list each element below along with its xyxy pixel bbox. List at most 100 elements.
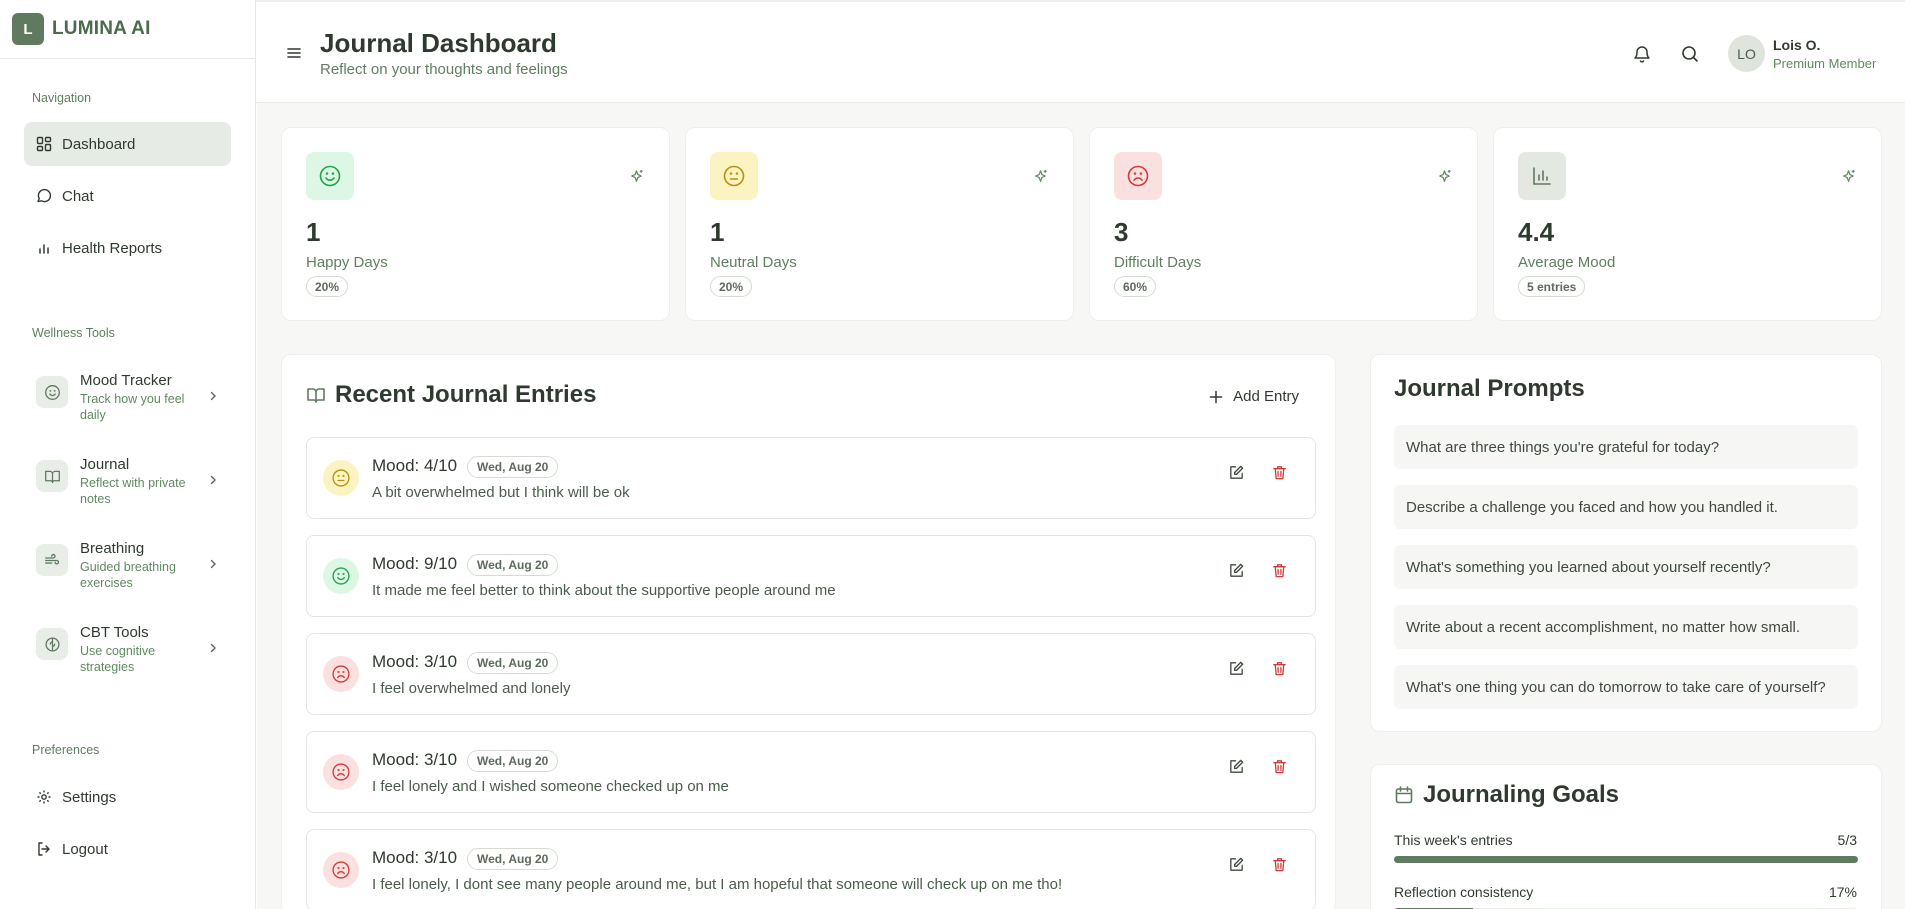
tool-cbt-tools[interactable]: CBT Tools Use cognitive strategies [24,610,231,686]
tool-title: Mood Tracker [80,372,172,389]
prompt-item[interactable]: Describe a challenge you faced and how y… [1394,485,1858,529]
page-title: Journal Dashboard [320,28,557,58]
plus-icon [1209,390,1223,403]
chevron-right-icon [210,559,216,569]
search-icon[interactable] [1680,44,1700,64]
stat-card-average: 4.4 Average Mood 5 entries [1493,127,1882,321]
entry-text: A bit overwhelmed but I think will be ok [372,484,630,501]
stat-icon-box [710,152,758,200]
avatar[interactable]: LO [1728,35,1765,72]
trash-icon[interactable] [1271,758,1288,775]
goal-progress-bar [1394,856,1858,863]
entry-date-badge: Wed, Aug 20 [467,652,559,674]
entry-date-badge: Wed, Aug 20 [467,456,559,478]
sidebar-item-health-reports[interactable]: Health Reports [24,226,231,270]
mood-face [323,558,359,594]
journal-entry[interactable]: Mood: 3/10 Wed, Aug 20 I feel lonely, I … [306,829,1316,909]
add-entry-label: Add Entry [1233,388,1299,405]
stat-icon-box [1114,152,1162,200]
sidebar-item-chat[interactable]: Chat [24,174,231,218]
stat-value: 4.4 [1518,217,1555,247]
chevron-right-icon [210,475,216,485]
tool-icon-box [36,460,68,492]
bar-chart-icon [1533,167,1551,185]
stat-icon-box [1518,152,1566,200]
sparkles-icon [1439,169,1451,182]
frown-icon [1127,165,1149,187]
stat-value: 1 [306,217,321,247]
tool-title: Breathing [80,540,145,557]
sidebar-item-label: Logout [62,840,108,858]
stat-icon-box [306,152,354,200]
trash-icon[interactable] [1271,464,1288,481]
journaling-goals-panel: Journaling Goals This week's entries 5/3… [1370,764,1882,909]
gear-icon [37,790,51,804]
sidebar-item-label: Dashboard [62,135,136,153]
prefs-section-title: Preferences [32,743,100,757]
menu-icon[interactable] [286,46,302,60]
entries-title: Recent Journal Entries [306,381,596,409]
stat-label: Happy Days [306,254,388,271]
tools-section-title: Wellness Tools [32,326,115,340]
edit-icon[interactable] [1228,562,1245,579]
stat-card-difficult: 3 Difficult Days 60% [1089,127,1478,321]
entry-text: It made me feel better to think about th… [372,582,836,599]
stat-value: 3 [1114,217,1129,247]
edit-icon[interactable] [1228,758,1245,775]
prompt-item[interactable]: What's something you learned about yours… [1394,545,1858,589]
journal-entry[interactable]: Mood: 3/10 Wed, Aug 20 I feel overwhelme… [306,633,1316,715]
goal-progress-fill [1394,856,1858,863]
prompt-item[interactable]: What are three things you're grateful fo… [1394,425,1858,469]
stat-card-neutral: 1 Neutral Days 20% [685,127,1074,321]
add-entry-button[interactable]: Add Entry [1209,388,1299,405]
book-icon [307,388,325,403]
entries-title-text: Recent Journal Entries [335,381,597,408]
goal-label: Reflection consistency [1394,884,1534,900]
edit-icon[interactable] [1228,856,1245,873]
entry-text: I feel lonely and I wished someone check… [372,778,729,795]
chevron-right-icon [210,643,216,653]
edit-icon[interactable] [1228,464,1245,481]
entry-mood: Mood: 4/10 [372,456,458,475]
entry-mood: Mood: 3/10 [372,750,458,769]
prompt-item[interactable]: What's one thing you can do tomorrow to … [1394,665,1858,709]
stat-label: Neutral Days [710,254,797,271]
journal-entry[interactable]: Mood: 9/10 Wed, Aug 20 It made me feel b… [306,535,1316,617]
tool-icon-box [36,544,68,576]
entry-date-badge: Wed, Aug 20 [467,848,559,870]
frown-icon [332,861,350,879]
entry-mood: Mood: 3/10 [372,848,458,867]
trash-icon[interactable] [1271,660,1288,677]
trash-icon[interactable] [1271,562,1288,579]
user-name: Lois O. [1773,37,1821,53]
tool-journal[interactable]: Journal Reflect with private notes [24,442,231,518]
frown-icon [332,665,350,683]
mood-face [323,754,359,790]
sparkles-icon [631,169,643,182]
brand-logo: L [12,13,44,45]
sidebar-item-settings[interactable]: Settings [24,775,231,819]
tool-title: CBT Tools [80,624,149,641]
tool-icon-box [36,628,68,660]
edit-icon[interactable] [1228,660,1245,677]
journal-entry[interactable]: Mood: 4/10 Wed, Aug 20 A bit overwhelmed… [306,437,1316,519]
goal-value: 17% [1828,884,1857,900]
stat-value: 1 [710,217,725,247]
tool-breathing[interactable]: Breathing Guided breathing exercises [24,526,231,602]
entry-text: I feel lonely, I dont see many people ar… [372,876,1063,893]
bell-icon[interactable] [1632,44,1652,64]
calendar-icon [1395,786,1413,804]
journal-entry[interactable]: Mood: 3/10 Wed, Aug 20 I feel lonely and… [306,731,1316,813]
sidebar-item-label: Health Reports [62,239,163,257]
brand-name: LUMINA AI [52,18,151,39]
sidebar-item-dashboard[interactable]: Dashboard [24,122,231,166]
chat-icon [37,188,52,203]
tool-mood-tracker[interactable]: Mood Tracker Track how you feel daily [24,358,231,434]
trash-icon[interactable] [1271,856,1288,873]
sidebar-item-label: Settings [62,788,117,806]
sparkles-icon [1843,169,1855,182]
sidebar-item-logout[interactable]: Logout [24,827,231,871]
prompt-item[interactable]: Write about a recent accomplishment, no … [1394,605,1858,649]
brand[interactable]: L LUMINA AI [12,13,151,45]
wind-icon [44,553,59,565]
